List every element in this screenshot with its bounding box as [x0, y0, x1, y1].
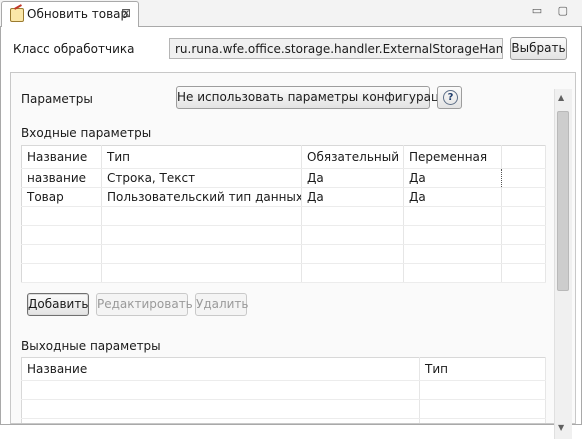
empty-row: [21, 418, 546, 423]
handler-class-label: Класс обработчика: [13, 42, 135, 56]
column-header-filler: [501, 145, 546, 169]
arrow-up-icon[interactable]: ▲: [558, 93, 564, 102]
table-cell: Да: [403, 168, 502, 188]
column-header[interactable]: Тип: [419, 357, 546, 381]
input-params-title: Входные параметры: [21, 126, 152, 140]
select-button[interactable]: Выбрать: [510, 37, 567, 60]
table-cell: название: [21, 168, 102, 188]
help-icon: ?: [443, 90, 458, 105]
empty-row: [21, 206, 546, 226]
params-label: Параметры: [21, 92, 93, 106]
editor-content: Класс обработчика ru.runa.wfe.office.sto…: [0, 27, 582, 439]
window-controls[interactable]: ▭ ▢: [532, 4, 574, 17]
editor-tab-strip: Обновить товар ⊠ ▭ ▢: [0, 0, 582, 27]
close-icon[interactable]: ⊠: [121, 6, 131, 20]
input-params-table: Название Тип Обязательный Переменная наз…: [21, 145, 546, 283]
column-header[interactable]: Название: [21, 145, 102, 169]
table-cell: Да: [301, 168, 404, 188]
tab-update-goods[interactable]: Обновить товар ⊠: [1, 1, 139, 27]
output-params-table: Название Тип: [21, 357, 546, 423]
tab-title: Обновить товар: [27, 7, 129, 21]
output-params-title: Выходные параметры: [21, 339, 161, 353]
empty-row: [21, 244, 546, 264]
parameters-panel: Параметры Не использовать параметры конф…: [10, 72, 576, 424]
edit-document-icon: [10, 8, 24, 22]
empty-row: [21, 399, 546, 419]
table-cell: Да: [301, 187, 404, 207]
column-header[interactable]: Переменная: [403, 145, 502, 169]
column-header[interactable]: Название: [21, 357, 420, 381]
table-cell: [501, 187, 546, 207]
scrollbar-thumb[interactable]: [557, 111, 569, 291]
table-cell: Строка, Текст: [101, 168, 302, 188]
arrow-down-icon[interactable]: ▼: [558, 423, 564, 432]
table-cell: Да: [403, 187, 502, 207]
table-row[interactable]: название Строка, Текст Да Да: [21, 168, 546, 188]
table-cell: Пользовательский тип данных: [101, 187, 302, 207]
table-cell: Товар: [21, 187, 102, 207]
edit-button[interactable]: Редактировать: [96, 293, 193, 316]
column-header[interactable]: Обязательный: [301, 145, 404, 169]
add-button[interactable]: Добавить: [27, 293, 89, 316]
help-button[interactable]: ?: [437, 86, 462, 109]
empty-row: [21, 380, 546, 400]
config-toggle-button[interactable]: Не использовать параметры конфигурации: [176, 86, 455, 109]
vertical-scrollbar[interactable]: ▲ ▼: [554, 89, 572, 439]
table-row[interactable]: Товар Пользовательский тип данных Да Да: [21, 187, 546, 207]
table-header-row: Название Тип: [21, 357, 546, 381]
handler-class-field[interactable]: ru.runa.wfe.office.storage.handler.Exter…: [169, 38, 503, 59]
delete-button[interactable]: Удалить: [195, 293, 249, 316]
empty-row: [21, 263, 546, 283]
table-cell: [501, 168, 546, 188]
column-header[interactable]: Тип: [101, 145, 302, 169]
table-header-row: Название Тип Обязательный Переменная: [21, 145, 546, 169]
empty-row: [21, 225, 546, 245]
